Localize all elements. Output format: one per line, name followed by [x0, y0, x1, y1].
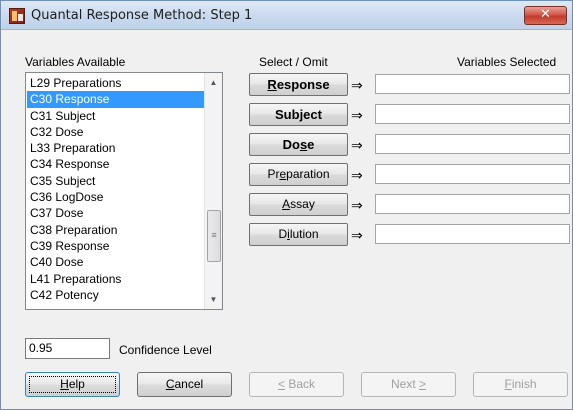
scroll-up-arrow-icon[interactable]: ▲ — [205, 74, 222, 91]
confidence-level-label: Confidence Level — [119, 343, 212, 357]
scrollbar-thumb[interactable]: ≡ — [207, 210, 221, 262]
close-button[interactable]: ✕ — [524, 6, 567, 25]
variables-available-heading: Variables Available — [25, 55, 126, 69]
dose-button[interactable]: Dose — [249, 133, 348, 156]
focus-ring — [29, 376, 116, 393]
list-item[interactable]: L33 Preparation — [27, 140, 204, 156]
preparation-button[interactable]: Preparation — [249, 163, 348, 186]
preparation-field[interactable] — [375, 164, 570, 184]
dilution-field[interactable] — [375, 224, 570, 244]
response-field[interactable] — [375, 74, 570, 94]
cancel-button[interactable]: Cancel — [137, 372, 232, 397]
subject-arrow-icon: ⇒ — [351, 107, 363, 123]
list-item[interactable]: C30 Response — [27, 91, 204, 108]
list-item[interactable]: C32 Dose — [27, 124, 204, 140]
variables-selected-heading: Variables Selected — [457, 55, 557, 69]
dilution-arrow-icon: ⇒ — [351, 227, 363, 243]
back-button[interactable]: < Back — [249, 372, 344, 397]
next-button[interactable]: Next > — [361, 372, 456, 397]
confidence-level-input[interactable]: 0.95 — [25, 338, 110, 359]
dilution-button[interactable]: Dilution — [249, 223, 348, 246]
assay-arrow-icon: ⇒ — [351, 197, 363, 213]
subject-button[interactable]: Subject — [249, 103, 348, 126]
spreadsheet-app-icon — [9, 8, 25, 24]
subject-field[interactable] — [375, 104, 570, 124]
list-item[interactable]: C35 Subject — [27, 173, 204, 189]
dose-field[interactable] — [375, 134, 570, 154]
list-item[interactable]: L41 Preparations — [27, 271, 204, 287]
title-bar[interactable]: Quantal Response Method: Step 1 ✕ — [1, 1, 572, 30]
response-button[interactable]: Response — [249, 73, 348, 96]
scroll-down-arrow-icon[interactable]: ▼ — [205, 291, 222, 308]
variables-list: L29 Preparations C30 Response C31 Subject C… — [27, 75, 204, 303]
list-item[interactable]: C38 Preparation — [27, 222, 204, 238]
list-item[interactable]: C36 LogDose — [27, 189, 204, 205]
list-item[interactable]: C40 Dose — [27, 254, 204, 270]
listbox-scrollbar[interactable]: ▲ ≡ ▼ — [204, 73, 222, 309]
list-item[interactable]: C42 Potency — [27, 287, 204, 303]
list-item[interactable]: C34 Response — [27, 156, 204, 172]
dialog-window: Quantal Response Method: Step 1 ✕ Variab… — [0, 0, 573, 410]
list-item[interactable]: L29 Preparations — [27, 75, 204, 91]
help-button[interactable]: Help — [25, 372, 120, 397]
assay-button[interactable]: Assay — [249, 193, 348, 216]
list-item[interactable]: C37 Dose — [27, 205, 204, 221]
variables-listbox[interactable]: L29 Preparations C30 Response C31 Subject C… — [25, 72, 223, 310]
list-item[interactable]: C31 Subject — [27, 108, 204, 124]
assay-field[interactable] — [375, 194, 570, 214]
list-item[interactable]: C39 Response — [27, 238, 204, 254]
finish-button[interactable]: Finish — [473, 372, 568, 397]
preparation-arrow-icon: ⇒ — [351, 167, 363, 183]
window-title: Quantal Response Method: Step 1 — [31, 8, 253, 23]
select-omit-heading: Select / Omit — [259, 55, 328, 69]
dose-arrow-icon: ⇒ — [351, 137, 363, 153]
response-arrow-icon: ⇒ — [351, 77, 363, 93]
